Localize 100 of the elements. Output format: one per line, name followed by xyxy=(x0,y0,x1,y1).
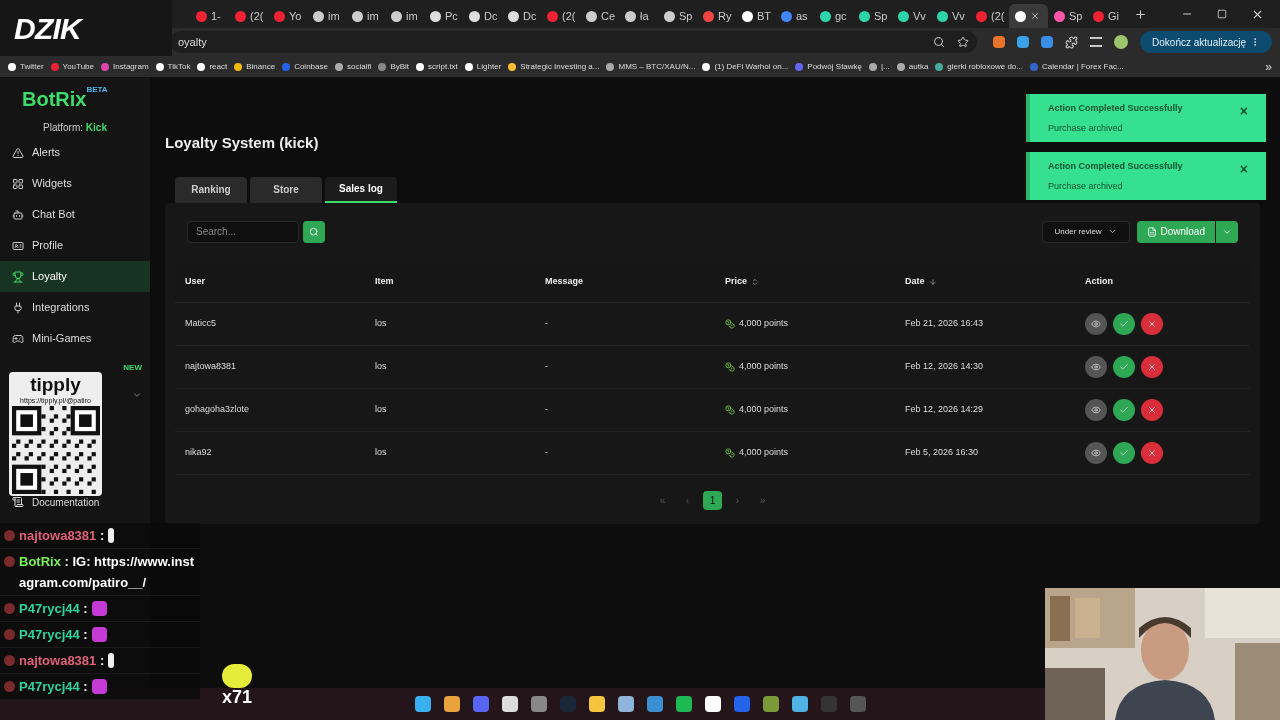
bookmark[interactable]: gierki robloxowe do... xyxy=(935,60,1023,73)
approve-button[interactable] xyxy=(1113,355,1135,378)
chevron-icon[interactable] xyxy=(132,390,142,400)
browser-tab[interactable]: as xyxy=(775,4,814,28)
column-header: User xyxy=(184,275,206,289)
bookmark[interactable]: script.txt xyxy=(416,60,458,73)
approve-button[interactable] xyxy=(1113,398,1135,421)
taskbar-app-icon[interactable] xyxy=(791,696,808,712)
browser-tab[interactable] xyxy=(1009,4,1048,28)
bookmark[interactable]: Coinbase xyxy=(282,60,328,73)
tab[interactable]: Ranking xyxy=(175,176,247,203)
bookmark[interactable]: TikTok xyxy=(155,60,191,73)
browser-tab[interactable]: Sp xyxy=(658,4,697,28)
column-header[interactable]: Price xyxy=(715,275,895,289)
extension-icon[interactable] xyxy=(1041,36,1054,48)
update-button[interactable]: Dokończ aktualizację xyxy=(1140,31,1272,53)
nav-item[interactable]: Alerts xyxy=(0,137,150,168)
browser-tab[interactable]: im xyxy=(385,4,424,28)
taskbar-app-icon[interactable] xyxy=(588,696,605,712)
browser-tab[interactable]: Yo xyxy=(268,4,307,28)
bookmark[interactable]: autka xyxy=(896,60,929,73)
tab[interactable]: Sales log xyxy=(325,176,397,203)
browser-tab[interactable]: Vv xyxy=(931,4,970,28)
browser-tab[interactable]: 1- xyxy=(190,4,229,28)
bookmark[interactable]: MMS – BTC/XAU/N... xyxy=(606,60,696,73)
new-tab-icon[interactable] xyxy=(1134,7,1147,21)
reject-button[interactable] xyxy=(1141,355,1163,378)
search-button[interactable] xyxy=(303,220,325,243)
bookmark[interactable]: Strategic Investing a... xyxy=(508,60,600,73)
bookmark[interactable]: Calendar | Forex Fac... xyxy=(1029,60,1124,73)
reject-button[interactable] xyxy=(1141,312,1163,335)
search-field[interactable]: Search... xyxy=(187,220,299,243)
close-icon[interactable] xyxy=(1030,11,1040,21)
browser-tab[interactable]: gc xyxy=(814,4,853,28)
browser-tab[interactable]: BT xyxy=(736,4,775,28)
browser-tab[interactable]: Vv xyxy=(892,4,931,28)
download-menu-button[interactable] xyxy=(1216,220,1238,243)
close-button[interactable]: × xyxy=(1239,162,1248,176)
bookmark[interactable]: Podwój Stawkę xyxy=(795,60,863,73)
tab[interactable]: Store xyxy=(250,176,322,203)
view-button[interactable] xyxy=(1085,398,1107,421)
column-header[interactable]: Date xyxy=(895,275,1075,289)
nav-item[interactable]: Widgets xyxy=(0,168,150,199)
nav-item[interactable]: Loyalty xyxy=(0,261,150,292)
star-icon[interactable] xyxy=(957,36,970,48)
nav-item[interactable]: Mini-Games xyxy=(0,323,150,354)
browser-tab[interactable]: im xyxy=(307,4,346,28)
browser-tab[interactable]: (2( xyxy=(229,4,268,28)
bookmark[interactable]: YouTube xyxy=(50,60,94,73)
browser-tab[interactable]: Gi xyxy=(1087,4,1126,28)
browser-tab[interactable]: Sp xyxy=(853,4,892,28)
avatar-icon[interactable] xyxy=(1114,35,1129,49)
status-dropdown[interactable]: Under review xyxy=(1041,220,1130,243)
close-button[interactable]: × xyxy=(1239,104,1248,118)
browser-tab[interactable]: Dc xyxy=(463,4,502,28)
reject-button[interactable] xyxy=(1141,398,1163,421)
reject-button[interactable] xyxy=(1141,441,1163,464)
zoom-icon[interactable] xyxy=(933,36,946,48)
bookmark[interactable]: |... xyxy=(869,60,890,73)
nav-item[interactable]: Integrations xyxy=(0,292,150,323)
browser-tab[interactable]: Dc xyxy=(502,4,541,28)
approve-button[interactable] xyxy=(1113,441,1135,464)
browser-tab[interactable]: Ry xyxy=(697,4,736,28)
nav-item[interactable]: Chat Bot xyxy=(0,199,150,230)
browser-tab[interactable]: Ce xyxy=(580,4,619,28)
maximize-icon[interactable] xyxy=(1217,9,1227,19)
taskbar-app-icon[interactable] xyxy=(704,696,721,712)
bookmark[interactable]: Lighter xyxy=(464,60,502,73)
taskbar-app-icon[interactable] xyxy=(501,696,518,712)
page-button[interactable]: 1 xyxy=(703,490,722,510)
bookmark[interactable]: Instagram xyxy=(101,60,149,73)
taskbar-app-icon[interactable] xyxy=(617,696,634,712)
approve-button[interactable] xyxy=(1113,312,1135,335)
browser-tab[interactable]: ła xyxy=(619,4,658,28)
view-button[interactable] xyxy=(1085,441,1107,464)
bookmark[interactable]: Twitter xyxy=(8,60,44,73)
taskbar-app-icon[interactable] xyxy=(414,696,431,712)
view-button[interactable] xyxy=(1085,355,1107,378)
more-bookmarks-button[interactable]: » xyxy=(1265,57,1272,76)
taskbar-app-icon[interactable] xyxy=(675,696,692,712)
bookmark[interactable]: ByBit xyxy=(378,60,410,73)
brand-logo[interactable]: BotRix xyxy=(22,84,87,114)
browser-tab[interactable]: Pc xyxy=(424,4,463,28)
media-icon[interactable] xyxy=(1090,37,1103,47)
bookmark[interactable]: (1) DeFi Warhol on... xyxy=(702,60,789,73)
view-button[interactable] xyxy=(1085,312,1107,335)
taskbar-app-icon[interactable] xyxy=(443,696,460,712)
nav-item[interactable]: Documentation xyxy=(0,492,150,512)
browser-tab[interactable]: (2( xyxy=(970,4,1009,28)
address-field[interactable]: oyalty xyxy=(170,31,978,53)
puzzle-icon[interactable] xyxy=(1065,35,1079,49)
bookmark[interactable]: react xyxy=(197,60,228,73)
grid-icon xyxy=(12,177,24,190)
browser-tab[interactable]: Sp xyxy=(1048,4,1087,28)
nav-item[interactable]: Profile xyxy=(0,230,150,261)
browser-tab[interactable]: im xyxy=(346,4,385,28)
bookmark[interactable]: Binance xyxy=(234,60,276,73)
extension-icon[interactable] xyxy=(1017,36,1030,48)
bookmark[interactable]: socialfi xyxy=(334,60,372,73)
browser-tab[interactable]: (2( xyxy=(541,4,580,28)
